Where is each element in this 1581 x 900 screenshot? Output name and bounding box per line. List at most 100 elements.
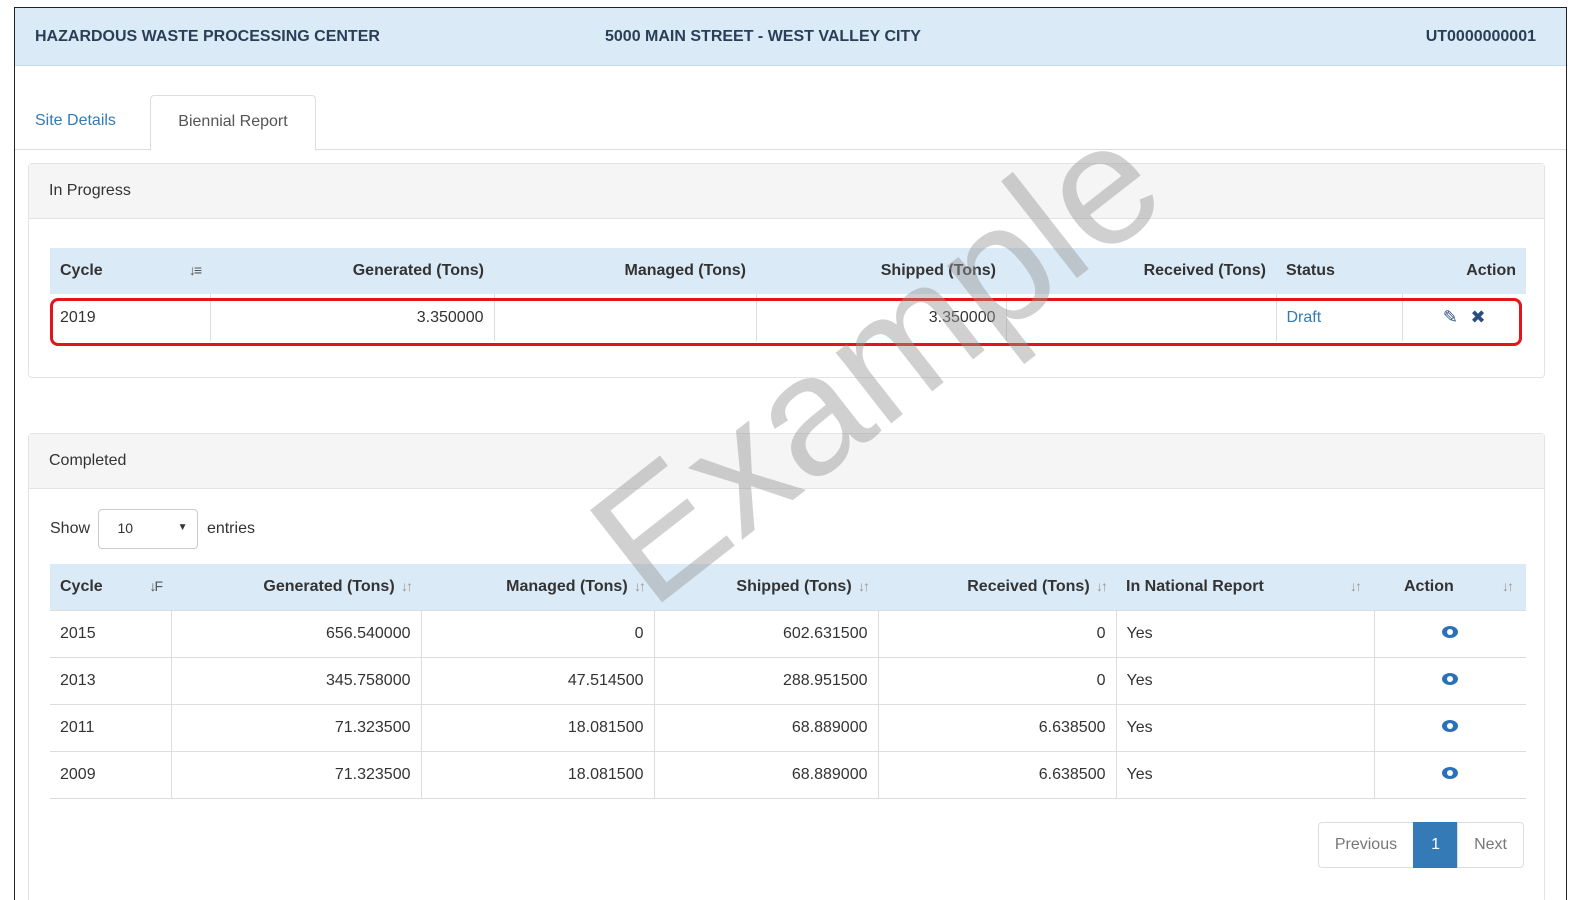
received-cell bbox=[1005, 294, 1276, 341]
column-header-label: Cycle bbox=[60, 262, 103, 279]
column-header[interactable]: Shipped (Tons) ↓↑ bbox=[654, 564, 878, 610]
tab-biennial-report[interactable]: Biennial Report bbox=[150, 95, 316, 151]
column-header[interactable]: Received (Tons) bbox=[1006, 248, 1276, 294]
action-cell bbox=[1373, 750, 1526, 799]
table-row: 2009 71.323500 18.081500 68.889000 6.638… bbox=[50, 750, 1526, 799]
shipped-cell: 3.350000 bbox=[755, 294, 1006, 341]
pagination: Previous 1 Next bbox=[1317, 822, 1524, 868]
national-cell: Yes bbox=[1115, 656, 1374, 704]
shipped-cell: 602.631500 bbox=[653, 609, 878, 657]
received-cell: 0 bbox=[877, 656, 1116, 704]
cycle-cell: 2013 bbox=[50, 656, 171, 704]
eye-icon[interactable] bbox=[1442, 719, 1459, 732]
managed-cell: 0 bbox=[420, 609, 654, 657]
column-header-label: Action bbox=[1404, 577, 1454, 595]
pagination-next[interactable]: Next bbox=[1457, 822, 1524, 868]
generated-cell: 3.350000 bbox=[209, 294, 494, 341]
pagination-previous[interactable]: Previous bbox=[1317, 822, 1415, 868]
in-progress-heading: In Progress bbox=[29, 164, 1544, 219]
site-header: HAZARDOUS WASTE PROCESSING CENTER 5000 M… bbox=[15, 8, 1566, 66]
show-label: Show bbox=[50, 520, 91, 538]
status-cell: Draft bbox=[1275, 294, 1402, 341]
column-header-label: Generated (Tons) bbox=[263, 577, 395, 595]
column-header[interactable]: In National Report ↓↑ bbox=[1116, 564, 1374, 610]
show-entries: Show 10 ▼ entries bbox=[50, 509, 255, 549]
tab-bar: Site Details Biennial Report bbox=[15, 95, 1566, 151]
sort-icon: ↓↑ bbox=[1502, 578, 1514, 594]
completed-table: Cycle ↓F Generated (Tons) ↓↑ Managed (To… bbox=[50, 564, 1526, 799]
column-header[interactable]: Generated (Tons) ↓↑ bbox=[171, 564, 421, 610]
column-header-label: Received (Tons) bbox=[967, 577, 1090, 595]
cycle-cell: 2015 bbox=[50, 609, 171, 657]
managed-cell: 18.081500 bbox=[420, 703, 654, 751]
column-header[interactable]: Shipped (Tons) bbox=[756, 248, 1006, 294]
shipped-cell: 68.889000 bbox=[653, 703, 878, 751]
table-row: 2011 71.323500 18.081500 68.889000 6.638… bbox=[50, 703, 1526, 751]
sort-icon: ↓↑ bbox=[856, 577, 870, 594]
site-id: UT0000000001 bbox=[1425, 28, 1536, 45]
generated-cell: 71.323500 bbox=[170, 703, 421, 751]
cycle-cell: 2019 bbox=[60, 308, 96, 326]
entries-value: 10 bbox=[117, 520, 134, 536]
completed-panel: Completed Show 10 ▼ entries Cycle ↓F Gen… bbox=[28, 433, 1545, 900]
table-row: 2019 3.350000 3.350000 Draft ✎ ✖ bbox=[50, 294, 1526, 341]
column-header-label: Managed (Tons) bbox=[506, 577, 628, 595]
cycle-cell: 2009 bbox=[50, 750, 171, 799]
column-header: Action bbox=[1402, 248, 1526, 294]
column-header[interactable]: Generated (Tons) bbox=[210, 248, 494, 294]
sort-icon: ↓↑ bbox=[1094, 577, 1108, 594]
column-header[interactable]: Cycle ↓≡ bbox=[50, 248, 210, 294]
site-name: HAZARDOUS WASTE PROCESSING CENTER bbox=[35, 28, 380, 45]
pencil-icon[interactable]: ✎ bbox=[1439, 307, 1462, 327]
managed-cell bbox=[493, 294, 756, 341]
national-cell: Yes bbox=[1115, 750, 1374, 799]
eye-icon[interactable] bbox=[1442, 672, 1459, 685]
entries-label: entries bbox=[206, 520, 255, 538]
shipped-cell: 288.951500 bbox=[653, 656, 878, 704]
caret-down-icon: ▼ bbox=[177, 522, 188, 533]
entries-select[interactable]: 10 ▼ bbox=[98, 509, 199, 549]
managed-cell: 18.081500 bbox=[420, 750, 654, 799]
column-header[interactable]: Managed (Tons) bbox=[494, 248, 756, 294]
in-progress-panel: In Progress Cycle ↓≡ Generated (Tons) Ma… bbox=[28, 163, 1545, 378]
generated-cell: 656.540000 bbox=[170, 609, 421, 657]
eye-icon[interactable] bbox=[1442, 766, 1459, 779]
received-cell: 0 bbox=[877, 609, 1116, 657]
action-cell bbox=[1373, 703, 1526, 751]
generated-cell: 71.323500 bbox=[170, 750, 421, 799]
sort-icon: ↓↑ bbox=[399, 577, 413, 594]
sort-icon: ↓↑ bbox=[632, 577, 646, 594]
page-frame: HAZARDOUS WASTE PROCESSING CENTER 5000 M… bbox=[14, 7, 1567, 900]
column-header[interactable]: Action ↓↑ bbox=[1374, 564, 1526, 610]
column-header-label: In National Report bbox=[1126, 577, 1264, 595]
received-cell: 6.638500 bbox=[877, 750, 1116, 799]
table-row: 2013 345.758000 47.514500 288.951500 0 Y… bbox=[50, 656, 1526, 704]
national-cell: Yes bbox=[1115, 703, 1374, 751]
action-cell bbox=[1373, 609, 1526, 657]
completed-heading: Completed bbox=[29, 434, 1544, 489]
column-header-label: Cycle bbox=[60, 577, 103, 595]
managed-cell: 47.514500 bbox=[420, 656, 654, 704]
column-header[interactable]: Received (Tons) ↓↑ bbox=[878, 564, 1116, 610]
pagination-page[interactable]: 1 bbox=[1413, 822, 1459, 868]
sort-icon: ↓≡ bbox=[188, 262, 202, 278]
column-header[interactable]: Status bbox=[1276, 248, 1402, 294]
received-cell: 6.638500 bbox=[877, 703, 1116, 751]
action-cell: ✎ ✖ bbox=[1401, 294, 1526, 341]
generated-cell: 345.758000 bbox=[170, 656, 421, 704]
sort-icon: ↓F bbox=[149, 578, 162, 594]
sort-icon: ↓↑ bbox=[1350, 578, 1362, 594]
column-header[interactable]: Cycle ↓F bbox=[50, 564, 171, 610]
column-header[interactable]: Managed (Tons) ↓↑ bbox=[421, 564, 654, 610]
site-address: 5000 MAIN STREET - WEST VALLEY CITY bbox=[605, 28, 921, 45]
shipped-cell: 68.889000 bbox=[653, 750, 878, 799]
table-row: 2015 656.540000 0 602.631500 0 Yes bbox=[50, 609, 1526, 657]
in-progress-table: Cycle ↓≡ Generated (Tons) Managed (Tons)… bbox=[50, 248, 1526, 341]
column-header-label: Shipped (Tons) bbox=[736, 577, 852, 595]
action-cell bbox=[1373, 656, 1526, 704]
eye-icon[interactable] bbox=[1442, 625, 1459, 638]
status-link[interactable]: Draft bbox=[1287, 309, 1322, 326]
times-icon[interactable]: ✖ bbox=[1466, 307, 1489, 327]
national-cell: Yes bbox=[1115, 609, 1374, 657]
tab-site-details[interactable]: Site Details bbox=[35, 95, 116, 150]
